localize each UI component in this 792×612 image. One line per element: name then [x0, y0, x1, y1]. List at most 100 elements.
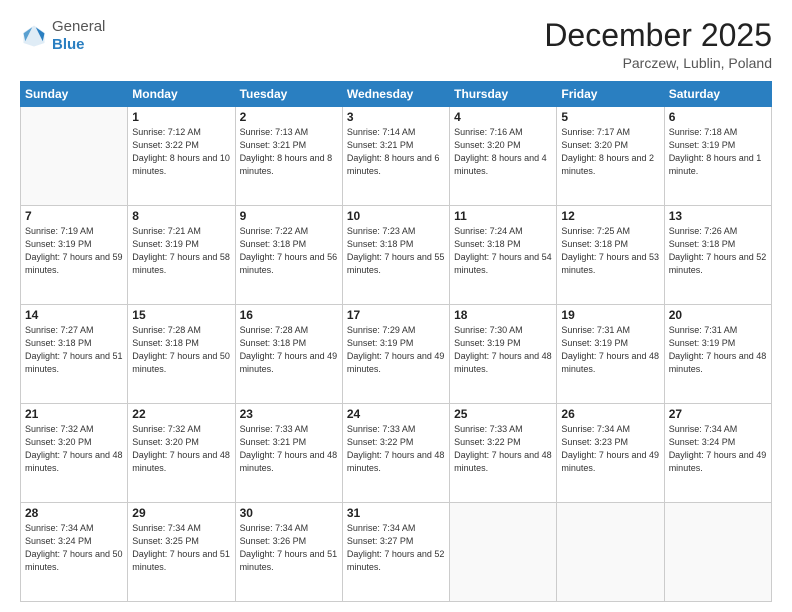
- calendar-cell: 27 Sunrise: 7:34 AMSunset: 3:24 PMDayligh…: [664, 404, 771, 503]
- calendar-cell: 2 Sunrise: 7:13 AMSunset: 3:21 PMDaylight…: [235, 107, 342, 206]
- day-number: 5: [561, 110, 659, 124]
- calendar-cell: 17 Sunrise: 7:29 AMSunset: 3:19 PMDayligh…: [342, 305, 449, 404]
- day-number: 6: [669, 110, 767, 124]
- calendar-table: SundayMondayTuesdayWednesdayThursdayFrid…: [20, 81, 772, 602]
- calendar-cell: 12 Sunrise: 7:25 AMSunset: 3:18 PMDayligh…: [557, 206, 664, 305]
- calendar-weekday-friday: Friday: [557, 82, 664, 107]
- cell-info: Sunrise: 7:30 AMSunset: 3:19 PMDaylight:…: [454, 324, 552, 376]
- title-block: December 2025 Parczew, Lublin, Poland: [544, 18, 772, 71]
- calendar-cell: 13 Sunrise: 7:26 AMSunset: 3:18 PMDayligh…: [664, 206, 771, 305]
- cell-info: Sunrise: 7:31 AMSunset: 3:19 PMDaylight:…: [561, 324, 659, 376]
- day-number: 2: [240, 110, 338, 124]
- day-number: 23: [240, 407, 338, 421]
- cell-info: Sunrise: 7:27 AMSunset: 3:18 PMDaylight:…: [25, 324, 123, 376]
- calendar-cell: 19 Sunrise: 7:31 AMSunset: 3:19 PMDayligh…: [557, 305, 664, 404]
- day-number: 1: [132, 110, 230, 124]
- calendar-cell: 31Sunrise: 7:34 AMSunset: 3:27 PMDayligh…: [342, 503, 449, 602]
- cell-info: Sunrise: 7:32 AMSunset: 3:20 PMDaylight:…: [25, 423, 123, 475]
- calendar-cell: [664, 503, 771, 602]
- day-number: 21: [25, 407, 123, 421]
- calendar-weekday-saturday: Saturday: [664, 82, 771, 107]
- cell-info: Sunrise: 7:34 AMSunset: 3:23 PMDaylight:…: [561, 423, 659, 475]
- logo-blue: Blue: [52, 36, 85, 53]
- calendar-cell: 1 Sunrise: 7:12 AMSunset: 3:22 PMDaylight…: [128, 107, 235, 206]
- calendar-cell: 26 Sunrise: 7:34 AMSunset: 3:23 PMDayligh…: [557, 404, 664, 503]
- calendar-cell: 14 Sunrise: 7:27 AMSunset: 3:18 PMDayligh…: [21, 305, 128, 404]
- cell-info: Sunrise: 7:28 AMSunset: 3:18 PMDaylight:…: [240, 324, 338, 376]
- cell-info: Sunrise: 7:17 AMSunset: 3:20 PMDaylight:…: [561, 126, 659, 178]
- calendar-weekday-sunday: Sunday: [21, 82, 128, 107]
- calendar-cell: 23Sunrise: 7:33 AMSunset: 3:21 PMDayligh…: [235, 404, 342, 503]
- day-number: 20: [669, 308, 767, 322]
- cell-info: Sunrise: 7:25 AMSunset: 3:18 PMDaylight:…: [561, 225, 659, 277]
- calendar-cell: 24 Sunrise: 7:33 AMSunset: 3:22 PMDayligh…: [342, 404, 449, 503]
- cell-info: Sunrise: 7:12 AMSunset: 3:22 PMDaylight:…: [132, 126, 230, 178]
- logo: General Blue: [20, 18, 105, 54]
- day-number: 19: [561, 308, 659, 322]
- page: General Blue December 2025 Parczew, Lubl…: [0, 0, 792, 612]
- day-number: 27: [669, 407, 767, 421]
- calendar-cell: [557, 503, 664, 602]
- day-number: 24: [347, 407, 445, 421]
- cell-info: Sunrise: 7:33 AMSunset: 3:22 PMDaylight:…: [347, 423, 445, 475]
- cell-info: Sunrise: 7:34 AMSunset: 3:25 PMDaylight:…: [132, 522, 230, 574]
- day-number: 18: [454, 308, 552, 322]
- calendar-week-row: 14 Sunrise: 7:27 AMSunset: 3:18 PMDayligh…: [21, 305, 772, 404]
- calendar-week-row: 21 Sunrise: 7:32 AMSunset: 3:20 PMDayligh…: [21, 404, 772, 503]
- day-number: 11: [454, 209, 552, 223]
- day-number: 12: [561, 209, 659, 223]
- day-number: 13: [669, 209, 767, 223]
- day-number: 25: [454, 407, 552, 421]
- cell-info: Sunrise: 7:14 AMSunset: 3:21 PMDaylight:…: [347, 126, 445, 178]
- cell-info: Sunrise: 7:31 AMSunset: 3:19 PMDaylight:…: [669, 324, 767, 376]
- day-number: 7: [25, 209, 123, 223]
- calendar-cell: 4Sunrise: 7:16 AMSunset: 3:20 PMDaylight…: [450, 107, 557, 206]
- cell-info: Sunrise: 7:24 AMSunset: 3:18 PMDaylight:…: [454, 225, 552, 277]
- calendar-cell: 7 Sunrise: 7:19 AMSunset: 3:19 PMDaylight…: [21, 206, 128, 305]
- cell-info: Sunrise: 7:13 AMSunset: 3:21 PMDaylight:…: [240, 126, 338, 178]
- day-number: 22: [132, 407, 230, 421]
- calendar-cell: 29 Sunrise: 7:34 AMSunset: 3:25 PMDayligh…: [128, 503, 235, 602]
- day-number: 26: [561, 407, 659, 421]
- day-number: 8: [132, 209, 230, 223]
- calendar-cell: 15Sunrise: 7:28 AMSunset: 3:18 PMDayligh…: [128, 305, 235, 404]
- cell-info: Sunrise: 7:19 AMSunset: 3:19 PMDaylight:…: [25, 225, 123, 277]
- header: General Blue December 2025 Parczew, Lubl…: [20, 18, 772, 71]
- cell-info: Sunrise: 7:29 AMSunset: 3:19 PMDaylight:…: [347, 324, 445, 376]
- calendar-cell: 18 Sunrise: 7:30 AMSunset: 3:19 PMDayligh…: [450, 305, 557, 404]
- calendar-cell: 3 Sunrise: 7:14 AMSunset: 3:21 PMDaylight…: [342, 107, 449, 206]
- day-number: 28: [25, 506, 123, 520]
- day-number: 10: [347, 209, 445, 223]
- day-number: 17: [347, 308, 445, 322]
- calendar-weekday-tuesday: Tuesday: [235, 82, 342, 107]
- day-number: 29: [132, 506, 230, 520]
- cell-info: Sunrise: 7:34 AMSunset: 3:24 PMDaylight:…: [669, 423, 767, 475]
- calendar-cell: 11 Sunrise: 7:24 AMSunset: 3:18 PMDayligh…: [450, 206, 557, 305]
- calendar-week-row: 1 Sunrise: 7:12 AMSunset: 3:22 PMDaylight…: [21, 107, 772, 206]
- logo-general: General: [52, 18, 105, 35]
- calendar-week-row: 7 Sunrise: 7:19 AMSunset: 3:19 PMDaylight…: [21, 206, 772, 305]
- calendar-weekday-thursday: Thursday: [450, 82, 557, 107]
- day-number: 15: [132, 308, 230, 322]
- location: Parczew, Lublin, Poland: [544, 55, 772, 71]
- calendar-cell: [21, 107, 128, 206]
- cell-info: Sunrise: 7:34 AMSunset: 3:27 PMDaylight:…: [347, 522, 445, 574]
- logo-icon: [20, 22, 48, 50]
- cell-info: Sunrise: 7:34 AMSunset: 3:26 PMDaylight:…: [240, 522, 338, 574]
- cell-info: Sunrise: 7:23 AMSunset: 3:18 PMDaylight:…: [347, 225, 445, 277]
- logo-text: General Blue: [52, 18, 105, 54]
- calendar-cell: 16Sunrise: 7:28 AMSunset: 3:18 PMDayligh…: [235, 305, 342, 404]
- day-number: 3: [347, 110, 445, 124]
- calendar-weekday-monday: Monday: [128, 82, 235, 107]
- calendar-cell: 30Sunrise: 7:34 AMSunset: 3:26 PMDayligh…: [235, 503, 342, 602]
- cell-info: Sunrise: 7:32 AMSunset: 3:20 PMDaylight:…: [132, 423, 230, 475]
- day-number: 4: [454, 110, 552, 124]
- day-number: 14: [25, 308, 123, 322]
- cell-info: Sunrise: 7:21 AMSunset: 3:19 PMDaylight:…: [132, 225, 230, 277]
- cell-info: Sunrise: 7:18 AMSunset: 3:19 PMDaylight:…: [669, 126, 767, 178]
- calendar-cell: 21 Sunrise: 7:32 AMSunset: 3:20 PMDayligh…: [21, 404, 128, 503]
- cell-info: Sunrise: 7:26 AMSunset: 3:18 PMDaylight:…: [669, 225, 767, 277]
- calendar-cell: 8 Sunrise: 7:21 AMSunset: 3:19 PMDaylight…: [128, 206, 235, 305]
- cell-info: Sunrise: 7:34 AMSunset: 3:24 PMDaylight:…: [25, 522, 123, 574]
- cell-info: Sunrise: 7:33 AMSunset: 3:22 PMDaylight:…: [454, 423, 552, 475]
